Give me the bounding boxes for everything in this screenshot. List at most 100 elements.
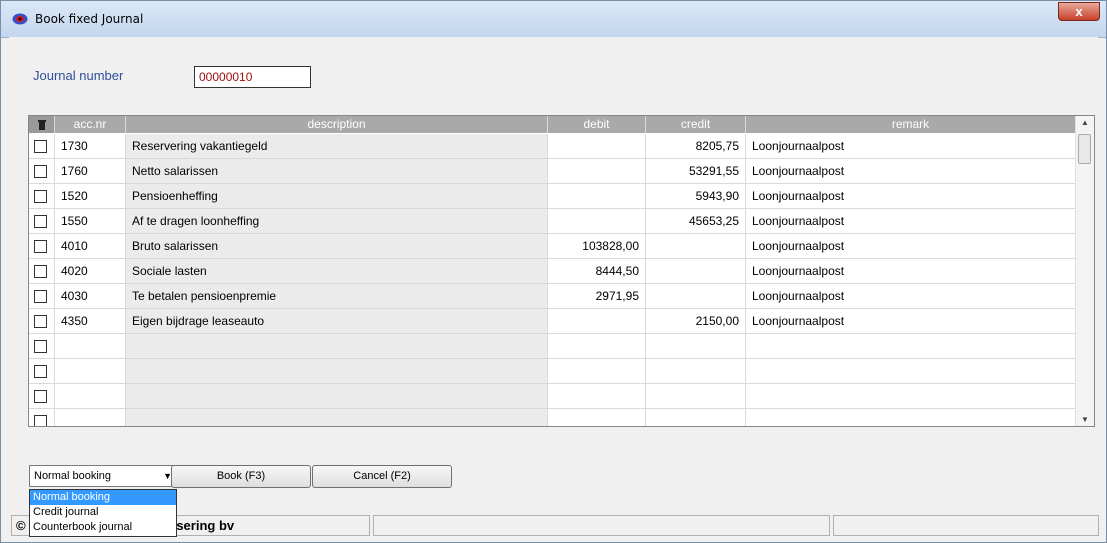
header-credit[interactable]: credit <box>646 116 746 133</box>
row-checkbox[interactable] <box>34 315 47 328</box>
cell-debit[interactable] <box>548 334 646 358</box>
scroll-up-arrow-icon[interactable]: ▲ <box>1076 118 1094 127</box>
cell-remark[interactable]: Loonjournaalpost <box>746 184 1076 208</box>
cell-credit[interactable] <box>646 284 746 308</box>
cell-debit[interactable]: 103828,00 <box>548 234 646 258</box>
cell-debit[interactable] <box>548 184 646 208</box>
table-row[interactable] <box>29 359 1076 384</box>
cell-remark[interactable]: Loonjournaalpost <box>746 159 1076 183</box>
table-row[interactable] <box>29 334 1076 359</box>
scroll-down-arrow-icon[interactable]: ▼ <box>1076 415 1094 424</box>
title-bar[interactable]: Book fixed Journal x <box>1 1 1106 38</box>
row-select-cell[interactable] <box>29 309 55 333</box>
cell-credit[interactable]: 8205,75 <box>646 134 746 158</box>
cell-remark[interactable] <box>746 334 1076 358</box>
cell-remark[interactable]: Loonjournaalpost <box>746 209 1076 233</box>
row-checkbox[interactable] <box>34 165 47 178</box>
row-checkbox[interactable] <box>34 415 47 426</box>
cell-debit[interactable]: 2971,95 <box>548 284 646 308</box>
row-select-cell[interactable] <box>29 159 55 183</box>
booking-type-select[interactable]: Normal booking ▼ <box>29 465 177 487</box>
cell-credit[interactable] <box>646 384 746 408</box>
cell-credit[interactable] <box>646 359 746 383</box>
cell-remark[interactable] <box>746 384 1076 408</box>
row-select-cell[interactable] <box>29 284 55 308</box>
cell-acc-nr[interactable]: 4030 <box>55 284 126 308</box>
table-row[interactable] <box>29 409 1076 426</box>
cell-credit[interactable] <box>646 234 746 258</box>
table-row[interactable]: 4020 Sociale lasten 8444,50 Loonjournaalpos… <box>29 259 1076 284</box>
cell-description[interactable] <box>126 334 548 358</box>
option-credit-journal[interactable]: Credit journal <box>30 505 176 520</box>
cell-acc-nr[interactable]: 1520 <box>55 184 126 208</box>
row-select-cell[interactable] <box>29 184 55 208</box>
row-checkbox[interactable] <box>34 265 47 278</box>
journal-number-field[interactable]: 00000010 <box>194 66 311 88</box>
row-checkbox[interactable] <box>34 340 47 353</box>
cell-credit[interactable]: 2150,00 <box>646 309 746 333</box>
row-select-cell[interactable] <box>29 359 55 383</box>
table-row[interactable]: 4030 Te betalen pensioenpremie 2971,95 Loon… <box>29 284 1076 309</box>
cell-debit[interactable] <box>548 309 646 333</box>
cell-description[interactable]: Af te dragen loonheffing <box>126 209 548 233</box>
row-checkbox[interactable] <box>34 215 47 228</box>
cell-description[interactable]: Bruto salarissen <box>126 234 548 258</box>
row-checkbox[interactable] <box>34 365 47 378</box>
cell-acc-nr[interactable] <box>55 409 126 426</box>
cell-description[interactable] <box>126 384 548 408</box>
cell-remark[interactable]: Loonjournaalpost <box>746 234 1076 258</box>
cell-remark[interactable] <box>746 359 1076 383</box>
cell-remark[interactable]: Loonjournaalpost <box>746 134 1076 158</box>
header-acc-nr[interactable]: acc.nr <box>55 116 126 133</box>
row-checkbox[interactable] <box>34 290 47 303</box>
row-select-cell[interactable] <box>29 384 55 408</box>
cell-description[interactable] <box>126 409 548 426</box>
cell-description[interactable]: Netto salarissen <box>126 159 548 183</box>
cell-description[interactable]: Eigen bijdrage leaseauto <box>126 309 548 333</box>
cell-debit[interactable] <box>548 409 646 426</box>
cell-description[interactable]: Sociale lasten <box>126 259 548 283</box>
row-select-cell[interactable] <box>29 259 55 283</box>
cell-credit[interactable]: 53291,55 <box>646 159 746 183</box>
row-select-cell[interactable] <box>29 234 55 258</box>
cell-credit[interactable]: 45653,25 <box>646 209 746 233</box>
cell-acc-nr[interactable] <box>55 334 126 358</box>
row-checkbox[interactable] <box>34 190 47 203</box>
cell-acc-nr[interactable]: 4010 <box>55 234 126 258</box>
close-button[interactable]: x <box>1058 2 1100 21</box>
cell-debit[interactable] <box>548 384 646 408</box>
header-debit[interactable]: debit <box>548 116 646 133</box>
row-select-cell[interactable] <box>29 209 55 233</box>
row-select-cell[interactable] <box>29 334 55 358</box>
cell-description[interactable] <box>126 359 548 383</box>
row-checkbox[interactable] <box>34 140 47 153</box>
table-row[interactable]: 1550 Af te dragen loonheffing 45653,25 Loon… <box>29 209 1076 234</box>
scroll-thumb[interactable] <box>1078 134 1091 164</box>
cell-acc-nr[interactable]: 1550 <box>55 209 126 233</box>
cell-acc-nr[interactable]: 1730 <box>55 134 126 158</box>
row-checkbox[interactable] <box>34 390 47 403</box>
journal-lines-grid[interactable]: acc.nr description debit credit remark 1… <box>28 115 1095 427</box>
header-remark[interactable]: remark <box>746 116 1076 133</box>
table-row[interactable]: 4350 Eigen bijdrage leaseauto 2150,00 Loonj… <box>29 309 1076 334</box>
cell-credit[interactable]: 5943,90 <box>646 184 746 208</box>
cell-debit[interactable] <box>548 209 646 233</box>
cell-credit[interactable] <box>646 409 746 426</box>
cell-acc-nr[interactable] <box>55 359 126 383</box>
row-checkbox[interactable] <box>34 240 47 253</box>
table-row[interactable]: 1760 Netto salarissen 53291,55 Loonjournaal… <box>29 159 1076 184</box>
cell-acc-nr[interactable] <box>55 384 126 408</box>
booking-type-dropdown[interactable]: Normal booking Credit journal Counterboo… <box>29 489 177 537</box>
cell-remark[interactable] <box>746 409 1076 426</box>
table-row[interactable]: 1730 Reservering vakantiegeld 8205,75 Loonj… <box>29 134 1076 159</box>
book-button[interactable]: Book (F3) <box>171 465 311 488</box>
option-counterbook-journal[interactable]: Counterbook journal <box>30 520 176 535</box>
cell-acc-nr[interactable]: 4350 <box>55 309 126 333</box>
cell-description[interactable]: Te betalen pensioenpremie <box>126 284 548 308</box>
cell-debit[interactable] <box>548 134 646 158</box>
option-normal-booking[interactable]: Normal booking <box>30 490 176 505</box>
row-select-cell[interactable] <box>29 409 55 426</box>
cell-acc-nr[interactable]: 1760 <box>55 159 126 183</box>
cell-acc-nr[interactable]: 4020 <box>55 259 126 283</box>
cell-debit[interactable] <box>548 159 646 183</box>
